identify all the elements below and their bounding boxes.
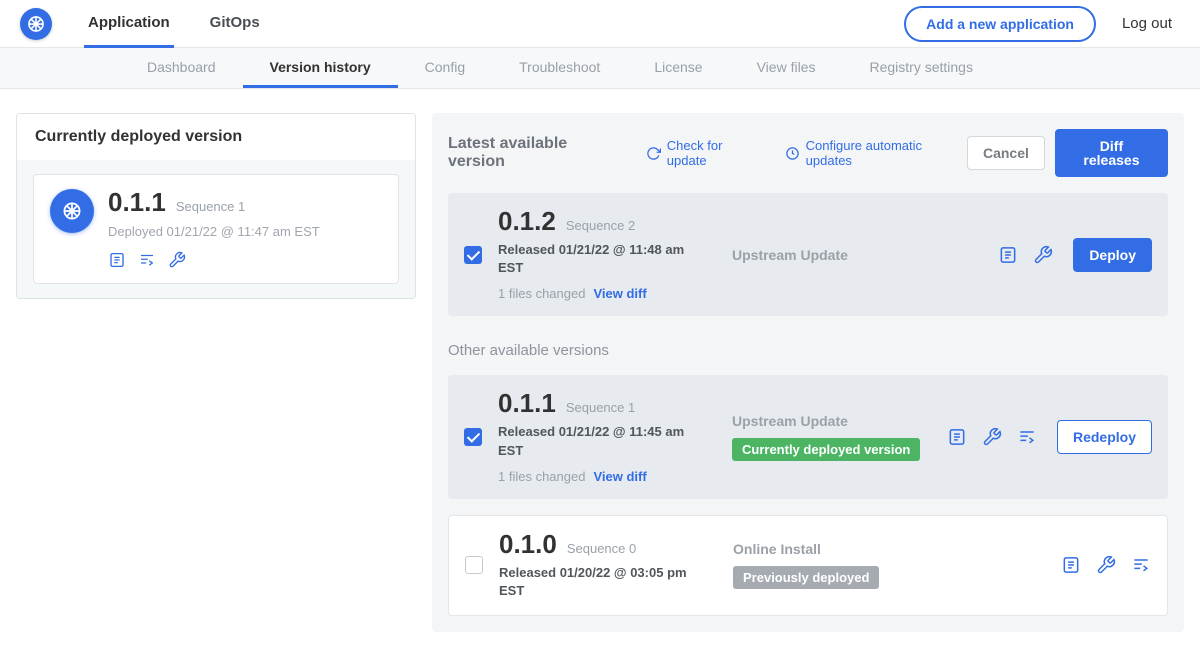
currently-deployed-title: Currently deployed version (17, 114, 415, 160)
topbar-tabs: Application GitOps (52, 0, 264, 48)
version-info: 0.1.0 Sequence 0 Released 01/20/22 @ 03:… (499, 531, 717, 600)
deploy-logs-icon[interactable] (1131, 555, 1151, 575)
tab-application[interactable]: Application (84, 0, 174, 48)
version-source: Upstream Update (732, 247, 982, 263)
main-content: Currently deployed version 0.1.1 Sequen (0, 89, 1200, 656)
version-source-block: Upstream Update (732, 247, 982, 263)
config-icon[interactable] (982, 427, 1002, 447)
version-sequence: Sequence 0 (567, 541, 636, 556)
version-number: 0.1.0 (499, 531, 557, 557)
cancel-button[interactable]: Cancel (967, 136, 1045, 170)
deployed-timestamp: Deployed 01/21/22 @ 11:47 am EST (108, 224, 320, 239)
subnav: Dashboard Version history Config Trouble… (0, 48, 1200, 89)
configure-automatic-updates-link[interactable]: Configure automatic updates (785, 138, 967, 168)
previously-deployed-badge: Previously deployed (733, 566, 879, 589)
topbar: Application GitOps Add a new application… (0, 0, 1200, 48)
add-application-button[interactable]: Add a new application (904, 6, 1096, 42)
check-for-update-link[interactable]: Check for update (646, 138, 763, 168)
other-versions-title: Other available versions (448, 342, 1168, 359)
release-notes-icon[interactable] (947, 427, 967, 447)
version-sequence: Sequence 2 (566, 218, 635, 233)
logout-link[interactable]: Log out (1122, 15, 1172, 32)
config-icon[interactable] (168, 251, 186, 269)
released-timestamp: Released 01/21/22 @ 11:45 am EST (498, 423, 688, 459)
currently-deployed-body: 0.1.1 Sequence 1 Deployed 01/21/22 @ 11:… (17, 160, 415, 298)
configure-automatic-updates-label: Configure automatic updates (806, 138, 967, 168)
version-info: 0.1.1 Sequence 1 Released 01/21/22 @ 11:… (498, 390, 716, 483)
released-timestamp: Released 01/20/22 @ 03:05 pm EST (499, 564, 689, 600)
deploy-logs-icon[interactable] (138, 251, 156, 269)
redeploy-button[interactable]: Redeploy (1057, 420, 1152, 454)
subnav-item-config[interactable]: Config (398, 48, 492, 88)
subnav-item-troubleshoot[interactable]: Troubleshoot (492, 48, 627, 88)
version-source-block: Upstream Update Currently deployed versi… (732, 413, 931, 461)
files-changed-label: 1 files changed (498, 469, 585, 484)
subnav-item-license[interactable]: License (627, 48, 729, 88)
version-row-0-1-2: 0.1.2 Sequence 2 Released 01/21/22 @ 11:… (448, 193, 1168, 316)
row-actions: Deploy (998, 238, 1152, 272)
app-root: Application GitOps Add a new application… (0, 0, 1200, 656)
version-sequence: Sequence 1 (566, 400, 635, 415)
config-icon[interactable] (1033, 245, 1053, 265)
version-source: Online Install (733, 541, 1045, 557)
currently-deployed-badge: Currently deployed version (732, 438, 920, 461)
currently-deployed-card: Currently deployed version 0.1.1 Sequen (16, 113, 416, 299)
kubernetes-app-icon (50, 189, 94, 233)
row-actions (1061, 555, 1151, 575)
files-changed-label: 1 files changed (498, 286, 585, 301)
version-checkbox[interactable] (464, 246, 482, 264)
version-number: 0.1.2 (498, 208, 556, 234)
deploy-logs-icon[interactable] (1017, 427, 1037, 447)
row-actions: Redeploy (947, 420, 1152, 454)
released-timestamp: Released 01/21/22 @ 11:48 am EST (498, 241, 688, 277)
deployed-icon-row (108, 251, 320, 269)
deployed-version-number: 0.1.1 (108, 189, 166, 215)
subnav-item-version-history[interactable]: Version history (243, 48, 398, 88)
subnav-item-registry-settings[interactable]: Registry settings (842, 48, 999, 88)
clock-icon (785, 146, 800, 161)
refresh-icon (646, 146, 661, 161)
deployed-sequence-label: Sequence 1 (176, 199, 245, 214)
version-info: 0.1.2 Sequence 2 Released 01/21/22 @ 11:… (498, 208, 716, 301)
topbar-right: Add a new application Log out (904, 6, 1180, 42)
version-row-0-1-1: 0.1.1 Sequence 1 Released 01/21/22 @ 11:… (448, 375, 1168, 498)
deploy-button[interactable]: Deploy (1073, 238, 1152, 272)
release-notes-icon[interactable] (108, 251, 126, 269)
version-checkbox[interactable] (464, 428, 482, 446)
diff-releases-button[interactable]: Diff releases (1055, 129, 1168, 177)
deployed-version-info: 0.1.1 Sequence 1 Deployed 01/21/22 @ 11:… (108, 189, 320, 269)
version-number: 0.1.1 (498, 390, 556, 416)
version-history-panel: Latest available version Check for updat… (432, 113, 1184, 632)
latest-version-title: Latest available version (448, 135, 624, 171)
view-diff-link[interactable]: View diff (593, 469, 646, 484)
subnav-item-view-files[interactable]: View files (730, 48, 843, 88)
release-notes-icon[interactable] (998, 245, 1018, 265)
release-notes-icon[interactable] (1061, 555, 1081, 575)
config-icon[interactable] (1096, 555, 1116, 575)
version-checkbox[interactable] (465, 556, 483, 574)
check-for-update-label: Check for update (667, 138, 763, 168)
version-source-block: Online Install Previously deployed (733, 541, 1045, 589)
deployed-version-card: 0.1.1 Sequence 1 Deployed 01/21/22 @ 11:… (33, 174, 399, 284)
tab-gitops[interactable]: GitOps (206, 0, 264, 48)
subnav-item-dashboard[interactable]: Dashboard (120, 48, 243, 88)
version-source: Upstream Update (732, 413, 931, 429)
view-diff-link[interactable]: View diff (593, 286, 646, 301)
version-row-0-1-0: 0.1.0 Sequence 0 Released 01/20/22 @ 03:… (448, 515, 1168, 616)
kubernetes-logo-icon (20, 8, 52, 40)
latest-version-header: Latest available version Check for updat… (448, 129, 1168, 177)
